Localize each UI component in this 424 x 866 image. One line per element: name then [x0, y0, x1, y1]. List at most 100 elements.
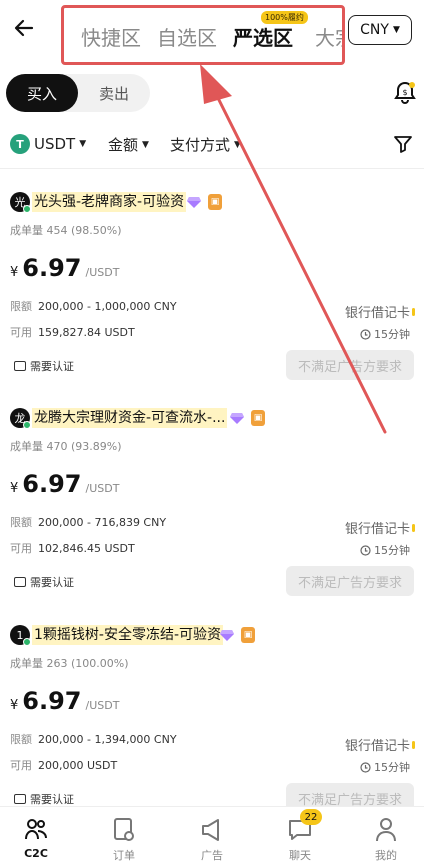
order-icon [114, 818, 134, 841]
buy-disabled-button[interactable]: 不满足广告方要求 [286, 350, 414, 380]
payment-time: 15分钟 [360, 326, 410, 342]
available-label: 可用 [10, 759, 32, 772]
chat-unread-badge: 22 [300, 809, 322, 825]
tab-bulk[interactable]: 大宗 [315, 22, 342, 51]
nav-label: 订单 [113, 849, 135, 862]
price-unit: /USDT [85, 699, 120, 712]
zone-tabs: 快捷区 自选区 100%履约 严选区 大宗 [61, 5, 345, 65]
tab-watchlist[interactable]: 自选区 [157, 22, 217, 51]
currency-label: CNY [360, 22, 389, 38]
clock-icon [360, 328, 371, 340]
amount-filter[interactable]: 金额 ▼ [108, 134, 149, 155]
id-card-icon [14, 794, 26, 804]
bottom-navigation: C2C 订单 广告 22 聊天 我的 [0, 806, 424, 866]
divider [0, 168, 424, 169]
diamond-badge-icon [220, 630, 234, 641]
limit-label: 限额 [10, 733, 32, 746]
ad-card[interactable]: 光 光头强-老牌商家-可验资 ▣ 成单量 454 (98.50%) ¥ 6.97… [0, 192, 424, 402]
diamond-badge-icon [230, 413, 244, 424]
price-value: 6.97 [22, 470, 82, 498]
verification-label: 需要认证 [30, 793, 74, 806]
merchant-name[interactable]: 光头强-老牌商家-可验资 [32, 192, 187, 212]
payment-method: 银行借记卡 [344, 739, 410, 754]
nav-label: C2C [24, 847, 48, 860]
verification-label: 需要认证 [30, 576, 74, 589]
profile-icon [376, 818, 396, 842]
order-stats-value: 263 (100.00%) [46, 657, 129, 670]
shield-badge-icon: ▣ [241, 627, 255, 643]
limit-row: 限额 200,000 - 716,839 CNY [10, 514, 166, 530]
top-header: 快捷区 自选区 100%履约 严选区 大宗 CNY ▼ [0, 0, 424, 65]
limit-value: 200,000 - 1,394,000 CNY [38, 733, 177, 746]
payment-filter[interactable]: 支付方式 ▼ [170, 134, 241, 155]
order-stats: 成单量 454 (98.50%) [10, 222, 122, 238]
caret-down-icon: ▼ [142, 139, 149, 150]
order-stats-label: 成单量 [10, 224, 43, 237]
online-status-dot [23, 205, 31, 213]
payment-indicator [412, 308, 415, 316]
price: ¥ 6.97 /USDT [10, 687, 119, 715]
payment-time-value: 15分钟 [374, 761, 410, 774]
clock-icon [360, 761, 371, 773]
available-value: 102,846.45 USDT [38, 542, 135, 555]
payment-time-value: 15分钟 [374, 544, 410, 557]
payment-filter-label: 支付方式 [170, 136, 231, 154]
people-icon [25, 819, 47, 840]
caret-down-icon: ▼ [79, 139, 87, 149]
currency-symbol: ¥ [10, 265, 19, 280]
verification-label: 需要认证 [30, 360, 74, 373]
payment-method: 银行借记卡 [344, 522, 410, 537]
shield-badge-icon: ▣ [208, 194, 222, 210]
back-arrow-icon[interactable] [10, 14, 38, 42]
currency-symbol: ¥ [10, 481, 19, 496]
megaphone-icon [202, 819, 219, 841]
caret-down-icon: ▼ [234, 139, 241, 150]
payment-indicator [412, 524, 415, 532]
nav-chat[interactable]: 22 聊天 [270, 807, 330, 866]
tab-selected[interactable]: 严选区 [233, 22, 293, 51]
coin-filter[interactable]: T USDT ▼ [10, 134, 86, 154]
order-stats: 成单量 470 (93.89%) [10, 438, 122, 454]
nav-label: 我的 [375, 849, 397, 862]
available-value: 159,827.84 USDT [38, 326, 135, 339]
nav-c2c[interactable]: C2C [6, 807, 66, 866]
verification-required: 需要认证 [14, 791, 74, 807]
tab-quick[interactable]: 快捷区 [81, 22, 141, 51]
ad-card[interactable]: 龙 龙腾大宗理财资金-可查流水-... ▣ 成单量 470 (93.89%) ¥… [0, 408, 424, 618]
buy-disabled-button[interactable]: 不满足广告方要求 [286, 566, 414, 596]
order-stats-label: 成单量 [10, 440, 43, 453]
merchant-name[interactable]: 龙腾大宗理财资金-可查流水-... [32, 408, 228, 428]
order-stats-label: 成单量 [10, 657, 43, 670]
notification-bell-icon[interactable]: $ [392, 80, 418, 106]
limit-label: 限额 [10, 516, 32, 529]
buy-sell-toggle: 买入 卖出 [6, 74, 150, 112]
id-card-icon [14, 577, 26, 587]
buy-tab[interactable]: 买入 [6, 74, 78, 112]
payment-indicator [412, 741, 415, 749]
verification-required: 需要认证 [14, 358, 74, 374]
coin-filter-label: USDT [34, 135, 76, 153]
ad-card[interactable]: 1 1颗摇钱树-安全零冻结-可验资 ▣ 成单量 263 (100.00%) ¥ … [0, 625, 424, 835]
price: ¥ 6.97 /USDT [10, 470, 119, 498]
nav-label: 聊天 [289, 849, 311, 862]
limit-label: 限额 [10, 300, 32, 313]
sell-tab[interactable]: 卖出 [78, 74, 150, 112]
diamond-badge-icon [187, 197, 201, 208]
shield-badge-icon: ▣ [251, 410, 265, 426]
funnel-filter-icon[interactable] [392, 133, 414, 155]
nav-profile[interactable]: 我的 [356, 807, 416, 866]
tether-icon: T [10, 134, 30, 154]
nav-orders[interactable]: 订单 [94, 807, 154, 866]
nav-ads[interactable]: 广告 [182, 807, 242, 866]
price-value: 6.97 [22, 254, 82, 282]
clock-icon [360, 544, 371, 556]
payment-time: 15分钟 [360, 542, 410, 558]
limit-value: 200,000 - 1,000,000 CNY [38, 300, 177, 313]
price-value: 6.97 [22, 687, 82, 715]
merchant-name[interactable]: 1颗摇钱树-安全零冻结-可验资 [32, 625, 224, 645]
limit-value: 200,000 - 716,839 CNY [38, 516, 167, 529]
caret-down-icon: ▼ [392, 25, 400, 35]
price: ¥ 6.97 /USDT [10, 254, 119, 282]
currency-selector[interactable]: CNY ▼ [348, 15, 412, 45]
price-unit: /USDT [85, 266, 120, 279]
